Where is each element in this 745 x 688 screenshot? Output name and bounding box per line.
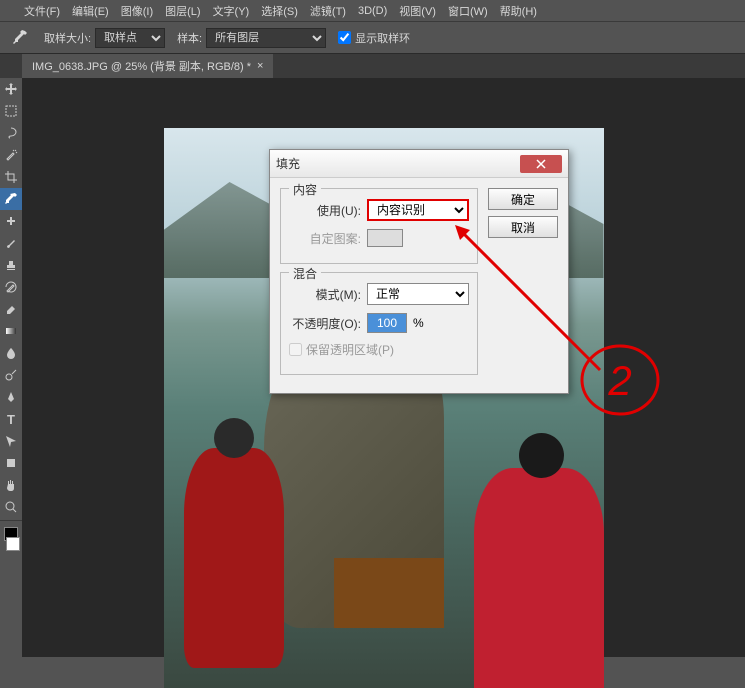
menu-type[interactable]: 文字(Y) — [207, 3, 256, 19]
dodge-tool[interactable] — [0, 364, 22, 386]
preserve-trans-checkbox — [289, 343, 302, 356]
background-color[interactable] — [6, 537, 20, 551]
options-bar: 取样大小: 取样点 样本: 所有图层 显示取样环 — [0, 22, 745, 54]
content-fieldset: 内容 使用(U): 内容识别 自定图案: — [280, 188, 478, 264]
opacity-unit: % — [413, 316, 424, 330]
menu-window[interactable]: 窗口(W) — [442, 3, 494, 19]
menu-select[interactable]: 选择(S) — [255, 3, 304, 19]
use-select[interactable]: 内容识别 — [367, 199, 469, 221]
zoom-tool[interactable] — [0, 496, 22, 518]
healing-tool[interactable] — [0, 210, 22, 232]
dialog-close-button[interactable] — [520, 155, 562, 173]
crop-tool[interactable] — [0, 166, 22, 188]
ok-button[interactable]: 确定 — [488, 188, 558, 210]
mode-label: 模式(M): — [289, 286, 361, 303]
menu-layer[interactable]: 图层(L) — [159, 3, 206, 19]
stamp-tool[interactable] — [0, 254, 22, 276]
wand-tool[interactable] — [0, 144, 22, 166]
eyedropper-icon — [8, 26, 32, 50]
opacity-input[interactable] — [367, 313, 407, 333]
preserve-trans-label: 保留透明区域(P) — [306, 341, 394, 358]
gradient-tool[interactable] — [0, 320, 22, 342]
move-tool[interactable] — [0, 78, 22, 100]
document-tab[interactable]: IMG_0638.JPG @ 25% (背景 副本, RGB/8) * × — [22, 54, 273, 78]
use-label: 使用(U): — [289, 202, 361, 219]
sample-select[interactable]: 所有图层 — [206, 28, 326, 48]
tab-bar: IMG_0638.JPG @ 25% (背景 副本, RGB/8) * × — [0, 54, 745, 78]
show-ring-checkbox[interactable] — [338, 31, 351, 44]
tool-panel: T — [0, 78, 22, 551]
sample-label: 样本: — [177, 30, 202, 46]
blur-tool[interactable] — [0, 342, 22, 364]
menu-bar: 文件(F) 编辑(E) 图像(I) 图层(L) 文字(Y) 选择(S) 滤镜(T… — [0, 0, 745, 22]
sample-size-select[interactable]: 取样点 — [95, 28, 165, 48]
menu-filter[interactable]: 滤镜(T) — [304, 3, 352, 19]
custom-pattern-label: 自定图案: — [289, 230, 361, 247]
tab-title: IMG_0638.JPG @ 25% (背景 副本, RGB/8) * — [32, 58, 251, 74]
brush-tool[interactable] — [0, 232, 22, 254]
menu-file[interactable]: 文件(F) — [18, 3, 66, 19]
mode-select[interactable]: 正常 — [367, 283, 469, 305]
lasso-tool[interactable] — [0, 122, 22, 144]
blend-legend: 混合 — [289, 265, 321, 282]
dialog-titlebar[interactable]: 填充 — [270, 150, 568, 178]
menu-image[interactable]: 图像(I) — [115, 3, 159, 19]
eyedropper-tool[interactable] — [0, 188, 22, 210]
color-swatches[interactable] — [0, 527, 22, 551]
eraser-tool[interactable] — [0, 298, 22, 320]
type-tool[interactable]: T — [0, 408, 22, 430]
blend-fieldset: 混合 模式(M): 正常 不透明度(O): % 保留透明区域(P) — [280, 272, 478, 375]
dialog-title: 填充 — [276, 155, 520, 172]
content-legend: 内容 — [289, 181, 321, 198]
hand-tool[interactable] — [0, 474, 22, 496]
tab-close-icon[interactable]: × — [257, 60, 263, 72]
sample-size-label: 取样大小: — [44, 30, 91, 46]
pen-tool[interactable] — [0, 386, 22, 408]
menu-edit[interactable]: 编辑(E) — [66, 3, 115, 19]
marquee-tool[interactable] — [0, 100, 22, 122]
menu-help[interactable]: 帮助(H) — [494, 3, 543, 19]
path-tool[interactable] — [0, 430, 22, 452]
opacity-label: 不透明度(O): — [289, 315, 361, 332]
menu-view[interactable]: 视图(V) — [393, 3, 442, 19]
rect-tool[interactable] — [0, 452, 22, 474]
fill-dialog: 填充 内容 使用(U): 内容识别 自定图案: 混合 — [269, 149, 569, 394]
custom-pattern-swatch — [367, 229, 403, 247]
show-ring-label: 显示取样环 — [355, 30, 410, 46]
history-brush-tool[interactable] — [0, 276, 22, 298]
cancel-button[interactable]: 取消 — [488, 216, 558, 238]
menu-3d[interactable]: 3D(D) — [352, 5, 393, 17]
